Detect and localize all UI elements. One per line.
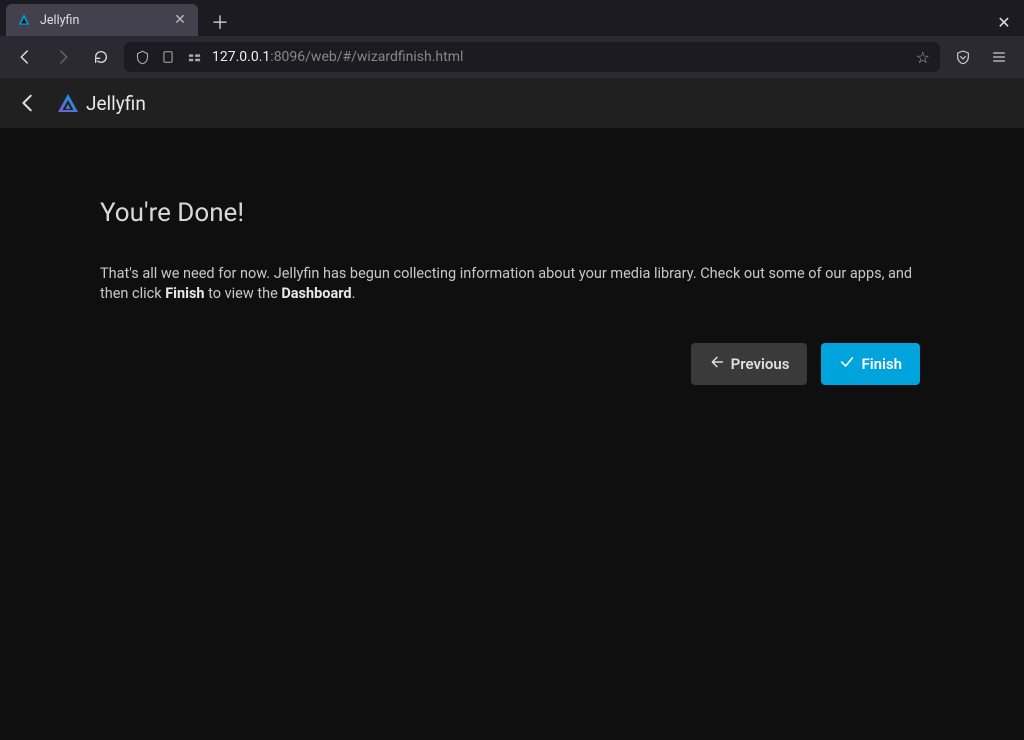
arrow-left-icon	[709, 354, 725, 374]
finish-label: Finish	[861, 355, 902, 373]
previous-button[interactable]: Previous	[691, 343, 808, 385]
toolbar-right	[948, 42, 1014, 72]
nav-forward-button[interactable]	[48, 42, 78, 72]
check-icon	[839, 354, 855, 374]
page-body: That's all we need for now. Jellyfin has…	[100, 264, 924, 303]
shield-icon	[134, 49, 150, 65]
jellyfin-logo-icon	[56, 91, 80, 115]
finish-button[interactable]: Finish	[821, 343, 920, 385]
permissions-icon	[186, 49, 202, 65]
url-host: 127.0.0.1	[212, 49, 270, 65]
url-text: 127.0.0.1:8096/web/#/wizardfinish.html	[212, 49, 906, 65]
wizard-finish-page: You're Done! That's all we need for now.…	[0, 128, 1024, 385]
app-menu-button[interactable]	[984, 42, 1014, 72]
window-close-button[interactable]: ✕	[990, 8, 1018, 36]
browser-chrome: Jellyfin ✕ ＋ ✕ 127.0.0.1:8096/web/#	[0, 0, 1024, 78]
tab-strip: Jellyfin ✕ ＋ ✕	[0, 0, 1024, 36]
app-header: Jellyfin	[0, 78, 1024, 128]
body-bold-2: Dashboard	[281, 285, 351, 302]
body-text-2: to view the	[205, 285, 282, 302]
tab-close-button[interactable]: ✕	[172, 12, 188, 28]
app-brand[interactable]: Jellyfin	[56, 91, 146, 115]
page-icon	[160, 49, 176, 65]
body-bold-1: Finish	[165, 285, 204, 302]
new-tab-button[interactable]: ＋	[206, 8, 234, 36]
browser-tab[interactable]: Jellyfin ✕	[6, 4, 198, 36]
pocket-icon[interactable]	[948, 42, 978, 72]
app-brand-label: Jellyfin	[86, 92, 146, 115]
browser-toolbar: 127.0.0.1:8096/web/#/wizardfinish.html ☆	[0, 36, 1024, 78]
previous-label: Previous	[731, 355, 790, 373]
tab-title: Jellyfin	[40, 13, 164, 28]
address-bar[interactable]: 127.0.0.1:8096/web/#/wizardfinish.html ☆	[124, 42, 940, 72]
page-title: You're Done!	[100, 198, 924, 228]
body-text-3: .	[352, 285, 356, 302]
bookmark-star-icon[interactable]: ☆	[916, 48, 930, 67]
url-path: :8096/web/#/wizardfinish.html	[270, 49, 463, 65]
app-back-button[interactable]	[14, 89, 42, 117]
wizard-button-row: Previous Finish	[100, 343, 920, 385]
nav-back-button[interactable]	[10, 42, 40, 72]
tab-favicon	[16, 12, 32, 28]
nav-reload-button[interactable]	[86, 42, 116, 72]
